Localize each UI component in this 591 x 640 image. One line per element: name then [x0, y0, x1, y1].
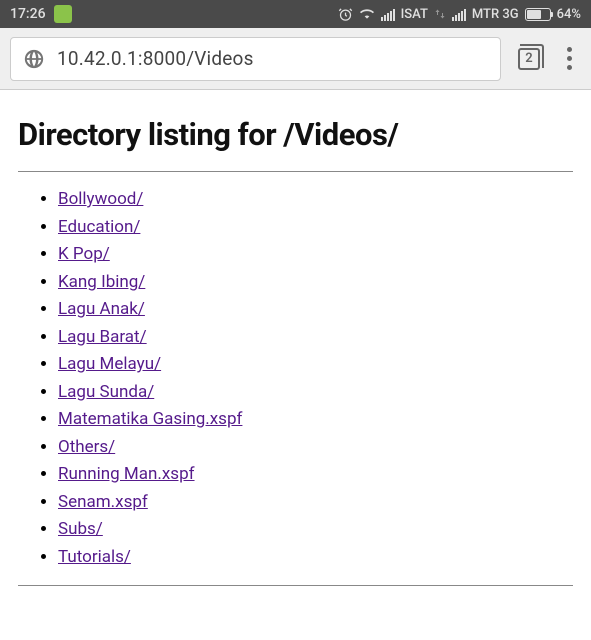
list-item: Subs/ — [58, 516, 573, 544]
carrier-1: ISAT — [401, 7, 428, 22]
list-item: Others/ — [58, 434, 573, 462]
directory-list: Bollywood/Education/K Pop/Kang Ibing/Lag… — [18, 172, 573, 585]
battery-icon — [525, 8, 551, 21]
directory-link[interactable]: Senam.xspf — [58, 492, 148, 512]
list-item: Kang Ibing/ — [58, 269, 573, 297]
alarm-icon — [338, 7, 353, 22]
battery-percent: 64% — [557, 7, 581, 22]
globe-icon — [23, 48, 45, 70]
list-item: Bollywood/ — [58, 186, 573, 214]
directory-link[interactable]: Tutorials/ — [58, 547, 131, 567]
divider-bottom — [18, 585, 573, 586]
app-notification-icon — [54, 5, 72, 23]
list-item: K Pop/ — [58, 241, 573, 269]
url-text: 10.42.0.1:8000/Videos — [57, 47, 254, 70]
tab-count: 2 — [525, 51, 532, 66]
list-item: Education/ — [58, 214, 573, 242]
directory-link[interactable]: Lagu Barat/ — [58, 327, 147, 347]
status-time: 17:26 — [10, 6, 46, 22]
directory-link[interactable]: Bollywood/ — [58, 189, 143, 209]
list-item: Lagu Sunda/ — [58, 379, 573, 407]
browser-toolbar: 10.42.0.1:8000/Videos 2 — [0, 28, 591, 90]
list-item: Matematika Gasing.xspf — [58, 406, 573, 434]
signal-icon-1 — [381, 8, 395, 21]
directory-link[interactable]: Others/ — [58, 437, 115, 457]
directory-link[interactable]: Education/ — [58, 217, 140, 237]
directory-link[interactable]: Lagu Sunda/ — [58, 382, 154, 402]
list-item: Lagu Melayu/ — [58, 351, 573, 379]
page-title: Directory listing for /Videos/ — [18, 116, 573, 153]
directory-link[interactable]: Matematika Gasing.xspf — [58, 409, 242, 429]
url-bar[interactable]: 10.42.0.1:8000/Videos — [10, 37, 501, 81]
directory-link[interactable]: Kang Ibing/ — [58, 272, 145, 292]
data-updown-icon — [434, 7, 446, 21]
list-item: Tutorials/ — [58, 544, 573, 572]
carrier-2: MTR 3G — [472, 7, 519, 22]
directory-link[interactable]: Subs/ — [58, 519, 103, 539]
directory-link[interactable]: Running Man.xspf — [58, 464, 195, 484]
status-bar: 17:26 ISAT MTR 3G 64% — [0, 0, 591, 28]
wifi-icon — [359, 7, 375, 21]
list-item: Senam.xspf — [58, 489, 573, 517]
menu-button[interactable] — [557, 47, 581, 70]
list-item: Lagu Barat/ — [58, 324, 573, 352]
directory-link[interactable]: Lagu Anak/ — [58, 299, 145, 319]
list-item: Lagu Anak/ — [58, 296, 573, 324]
list-item: Running Man.xspf — [58, 461, 573, 489]
tabs-button[interactable]: 2 — [515, 45, 543, 73]
directory-link[interactable]: Lagu Melayu/ — [58, 354, 161, 374]
page-content: Directory listing for /Videos/ Bollywood… — [0, 90, 591, 596]
directory-link[interactable]: K Pop/ — [58, 244, 110, 264]
signal-icon-2 — [452, 8, 466, 21]
